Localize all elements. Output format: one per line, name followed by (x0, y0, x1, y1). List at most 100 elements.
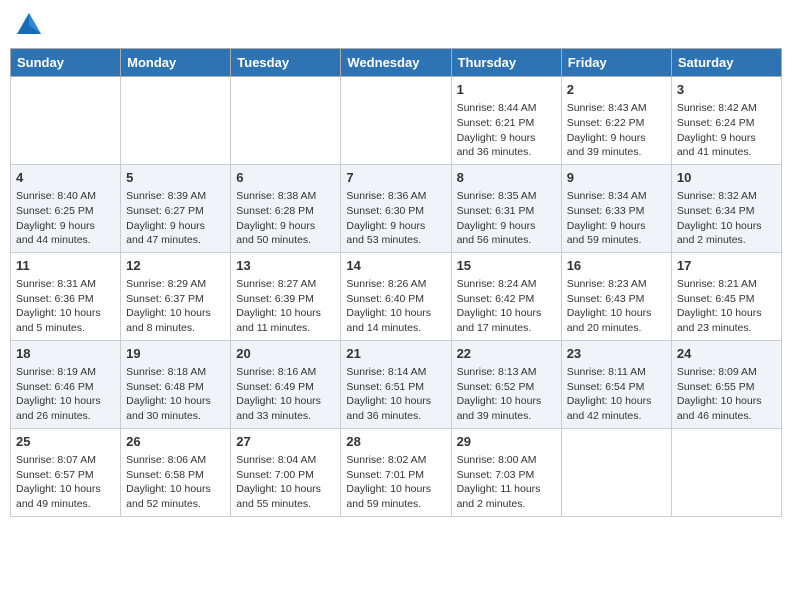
calendar-cell: 15 Sunrise: 8:24 AM Sunset: 6:42 PM Dayli… (451, 252, 561, 340)
day-number: 27 (236, 433, 335, 451)
day-number: 1 (457, 81, 556, 99)
day-info: Sunrise: 8:18 AM Sunset: 6:48 PM Dayligh… (126, 365, 225, 424)
day-info: Sunrise: 8:16 AM Sunset: 6:49 PM Dayligh… (236, 365, 335, 424)
calendar-week-row: 11 Sunrise: 8:31 AM Sunset: 6:36 PM Dayli… (11, 252, 782, 340)
day-number: 11 (16, 257, 115, 275)
day-number: 4 (16, 169, 115, 187)
day-number: 10 (677, 169, 776, 187)
calendar-week-row: 4 Sunrise: 8:40 AM Sunset: 6:25 PM Daylig… (11, 164, 782, 252)
day-number: 8 (457, 169, 556, 187)
day-header-tuesday: Tuesday (231, 49, 341, 77)
day-number: 3 (677, 81, 776, 99)
day-info: Sunrise: 8:40 AM Sunset: 6:25 PM Dayligh… (16, 189, 115, 248)
day-info: Sunrise: 8:14 AM Sunset: 6:51 PM Dayligh… (346, 365, 445, 424)
day-info: Sunrise: 8:27 AM Sunset: 6:39 PM Dayligh… (236, 277, 335, 336)
day-number: 2 (567, 81, 666, 99)
calendar-cell: 18 Sunrise: 8:19 AM Sunset: 6:46 PM Dayli… (11, 340, 121, 428)
calendar-cell: 20 Sunrise: 8:16 AM Sunset: 6:49 PM Dayli… (231, 340, 341, 428)
day-info: Sunrise: 8:29 AM Sunset: 6:37 PM Dayligh… (126, 277, 225, 336)
calendar-header-row: SundayMondayTuesdayWednesdayThursdayFrid… (11, 49, 782, 77)
logo (14, 10, 46, 40)
calendar-cell: 26Sunrise: 8:06 AM Sunset: 6:58 PM Dayli… (121, 428, 231, 516)
day-header-friday: Friday (561, 49, 671, 77)
calendar-cell: 24Sunrise: 8:09 AM Sunset: 6:55 PM Dayli… (671, 340, 781, 428)
day-number: 29 (457, 433, 556, 451)
day-info: Sunrise: 8:34 AM Sunset: 6:33 PM Dayligh… (567, 189, 666, 248)
day-info: Sunrise: 8:19 AM Sunset: 6:46 PM Dayligh… (16, 365, 115, 424)
calendar-cell: 21 Sunrise: 8:14 AM Sunset: 6:51 PM Dayli… (341, 340, 451, 428)
day-number: 22 (457, 345, 556, 363)
day-info: Sunrise: 8:39 AM Sunset: 6:27 PM Dayligh… (126, 189, 225, 248)
calendar-cell (671, 428, 781, 516)
calendar-cell: 17 Sunrise: 8:21 AM Sunset: 6:45 PM Dayli… (671, 252, 781, 340)
day-number: 18 (16, 345, 115, 363)
calendar-cell: 2 Sunrise: 8:43 AM Sunset: 6:22 PM Daylig… (561, 77, 671, 165)
day-info: Sunrise: 8:07 AM Sunset: 6:57 PM Dayligh… (16, 453, 115, 512)
day-number: 20 (236, 345, 335, 363)
day-number: 16 (567, 257, 666, 275)
day-header-sunday: Sunday (11, 49, 121, 77)
day-number: 14 (346, 257, 445, 275)
day-number: 7 (346, 169, 445, 187)
day-info: Sunrise: 8:26 AM Sunset: 6:40 PM Dayligh… (346, 277, 445, 336)
calendar-cell: 8Sunrise: 8:35 AM Sunset: 6:31 PM Daylig… (451, 164, 561, 252)
calendar-cell: 16Sunrise: 8:23 AM Sunset: 6:43 PM Dayli… (561, 252, 671, 340)
calendar-cell (121, 77, 231, 165)
day-info: Sunrise: 8:00 AM Sunset: 7:03 PM Dayligh… (457, 453, 556, 512)
calendar-cell: 11 Sunrise: 8:31 AM Sunset: 6:36 PM Dayli… (11, 252, 121, 340)
day-info: Sunrise: 8:04 AM Sunset: 7:00 PM Dayligh… (236, 453, 335, 512)
day-number: 21 (346, 345, 445, 363)
day-number: 13 (236, 257, 335, 275)
page-header (10, 10, 782, 40)
day-header-thursday: Thursday (451, 49, 561, 77)
day-info: Sunrise: 8:09 AM Sunset: 6:55 PM Dayligh… (677, 365, 776, 424)
day-info: Sunrise: 8:13 AM Sunset: 6:52 PM Dayligh… (457, 365, 556, 424)
day-number: 25 (16, 433, 115, 451)
day-number: 23 (567, 345, 666, 363)
day-info: Sunrise: 8:32 AM Sunset: 6:34 PM Dayligh… (677, 189, 776, 248)
day-info: Sunrise: 8:21 AM Sunset: 6:45 PM Dayligh… (677, 277, 776, 336)
calendar-week-row: 1Sunrise: 8:44 AM Sunset: 6:21 PM Daylig… (11, 77, 782, 165)
day-info: Sunrise: 8:31 AM Sunset: 6:36 PM Dayligh… (16, 277, 115, 336)
day-header-wednesday: Wednesday (341, 49, 451, 77)
calendar-cell: 19 Sunrise: 8:18 AM Sunset: 6:48 PM Dayli… (121, 340, 231, 428)
calendar-cell: 7 Sunrise: 8:36 AM Sunset: 6:30 PM Daylig… (341, 164, 451, 252)
calendar-cell: 14 Sunrise: 8:26 AM Sunset: 6:40 PM Dayli… (341, 252, 451, 340)
calendar-cell: 9 Sunrise: 8:34 AM Sunset: 6:33 PM Daylig… (561, 164, 671, 252)
calendar-cell: 1Sunrise: 8:44 AM Sunset: 6:21 PM Daylig… (451, 77, 561, 165)
day-number: 9 (567, 169, 666, 187)
day-info: Sunrise: 8:38 AM Sunset: 6:28 PM Dayligh… (236, 189, 335, 248)
day-info: Sunrise: 8:02 AM Sunset: 7:01 PM Dayligh… (346, 453, 445, 512)
day-number: 17 (677, 257, 776, 275)
calendar-cell: 10 Sunrise: 8:32 AM Sunset: 6:34 PM Dayli… (671, 164, 781, 252)
calendar-cell: 4 Sunrise: 8:40 AM Sunset: 6:25 PM Daylig… (11, 164, 121, 252)
calendar-cell: 23 Sunrise: 8:11 AM Sunset: 6:54 PM Dayli… (561, 340, 671, 428)
day-number: 12 (126, 257, 225, 275)
day-number: 19 (126, 345, 225, 363)
calendar-cell: 29 Sunrise: 8:00 AM Sunset: 7:03 PM Dayli… (451, 428, 561, 516)
calendar-cell: 3Sunrise: 8:42 AM Sunset: 6:24 PM Daylig… (671, 77, 781, 165)
day-number: 6 (236, 169, 335, 187)
calendar-cell: 27 Sunrise: 8:04 AM Sunset: 7:00 PM Dayli… (231, 428, 341, 516)
calendar-cell (11, 77, 121, 165)
day-number: 5 (126, 169, 225, 187)
logo-icon (14, 10, 44, 40)
calendar-cell (341, 77, 451, 165)
calendar-cell (561, 428, 671, 516)
day-number: 15 (457, 257, 556, 275)
calendar-cell: 13 Sunrise: 8:27 AM Sunset: 6:39 PM Dayli… (231, 252, 341, 340)
calendar-cell: 28 Sunrise: 8:02 AM Sunset: 7:01 PM Dayli… (341, 428, 451, 516)
calendar-week-row: 25 Sunrise: 8:07 AM Sunset: 6:57 PM Dayli… (11, 428, 782, 516)
calendar-cell: 22 Sunrise: 8:13 AM Sunset: 6:52 PM Dayli… (451, 340, 561, 428)
day-info: Sunrise: 8:11 AM Sunset: 6:54 PM Dayligh… (567, 365, 666, 424)
day-info: Sunrise: 8:36 AM Sunset: 6:30 PM Dayligh… (346, 189, 445, 248)
calendar-cell: 25 Sunrise: 8:07 AM Sunset: 6:57 PM Dayli… (11, 428, 121, 516)
day-info: Sunrise: 8:24 AM Sunset: 6:42 PM Dayligh… (457, 277, 556, 336)
calendar-table: SundayMondayTuesdayWednesdayThursdayFrid… (10, 48, 782, 517)
calendar-cell: 6 Sunrise: 8:38 AM Sunset: 6:28 PM Daylig… (231, 164, 341, 252)
day-info: Sunrise: 8:06 AM Sunset: 6:58 PM Dayligh… (126, 453, 225, 512)
calendar-cell (231, 77, 341, 165)
day-info: Sunrise: 8:43 AM Sunset: 6:22 PM Dayligh… (567, 101, 666, 160)
day-number: 28 (346, 433, 445, 451)
day-header-monday: Monday (121, 49, 231, 77)
